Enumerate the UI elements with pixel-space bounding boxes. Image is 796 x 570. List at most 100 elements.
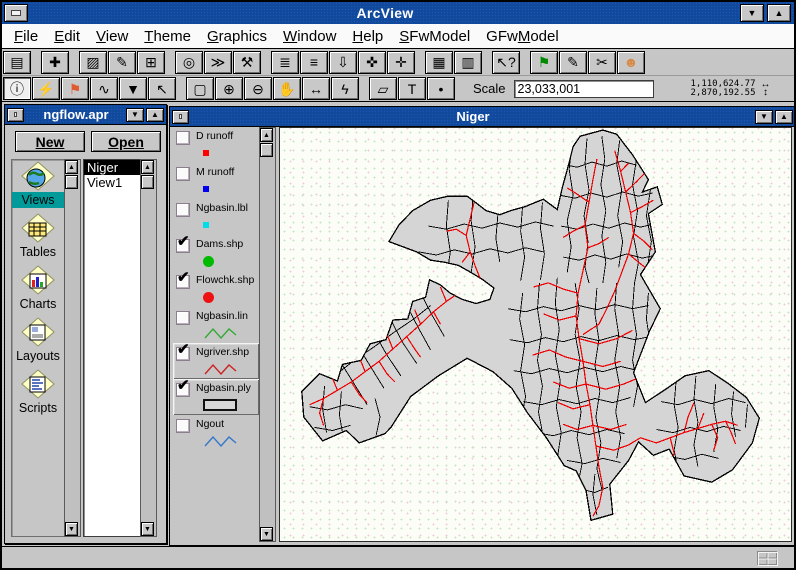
legend-entry-ngbasin-ply[interactable]: ✔Ngbasin.ply: [173, 379, 259, 415]
edit-legend-button[interactable]: ✎: [108, 51, 136, 74]
zoom-to-active-themes-button[interactable]: ≡: [300, 51, 328, 74]
slope-button[interactable]: ϟ: [331, 77, 359, 100]
menu-item-view[interactable]: View: [88, 26, 136, 47]
document-list-scrollbar[interactable]: ▲ ▼: [140, 159, 157, 537]
menu-item-window[interactable]: Window: [275, 26, 344, 47]
sidebar-item-scripts[interactable]: Scripts: [12, 368, 64, 416]
legend-scrollbar[interactable]: ▲ ▼: [259, 127, 276, 542]
open-button[interactable]: Open: [91, 131, 161, 152]
legend-entry-ngriver-shp[interactable]: ✔Ngriver.shp: [173, 343, 259, 379]
view-system-menu-button[interactable]: [172, 110, 189, 124]
scroll-down-button[interactable]: ▼: [65, 522, 78, 536]
model-face-button[interactable]: ☻: [617, 51, 645, 74]
identify-button[interactable]: ⓘ: [3, 77, 31, 100]
legend-entry-d-runoff[interactable]: D runoff: [173, 127, 259, 163]
zoom-in-button[interactable]: ⊕: [215, 77, 243, 100]
cut-tool-button[interactable]: ✂: [588, 51, 616, 74]
point-tool-button[interactable]: •: [427, 77, 455, 100]
scrollbar-thumb[interactable]: [65, 175, 78, 189]
legend-entry-ngout[interactable]: Ngout: [173, 415, 259, 451]
flag-marker-button[interactable]: ⚑: [61, 77, 89, 100]
project-maximize-button[interactable]: ▲: [146, 108, 164, 122]
theme-checkbox[interactable]: ✔: [176, 347, 190, 361]
view-maximize-button[interactable]: ▲: [775, 110, 793, 124]
theme-checkbox[interactable]: ✔: [176, 275, 190, 289]
measure-button[interactable]: ↔: [302, 77, 330, 100]
select-box-button[interactable]: ▢: [186, 77, 214, 100]
menu-item-theme[interactable]: Theme: [136, 26, 199, 47]
legend-entry-ngbasin-lin[interactable]: Ngbasin.lin: [173, 307, 259, 343]
project-system-menu-button[interactable]: [7, 108, 24, 122]
sidebar-item-layouts[interactable]: Layouts: [12, 316, 64, 364]
find-button[interactable]: ◎: [175, 51, 203, 74]
theme-checkbox[interactable]: [176, 419, 190, 433]
scrollbar-thumb[interactable]: [260, 143, 273, 157]
flag-tool-button[interactable]: ⚑: [530, 51, 558, 74]
zoom-in-fixed-button[interactable]: ✜: [358, 51, 386, 74]
save-project-button[interactable]: ▤: [3, 51, 31, 74]
legend-entry-flowchk-shp[interactable]: ✔Flowchk.shp: [173, 271, 259, 307]
menu-item-gfwmodel[interactable]: GFwModel: [478, 26, 567, 47]
maximize-button[interactable]: ▲: [767, 4, 791, 22]
build-help-icon: ⚒: [241, 55, 254, 69]
help-pointer-button[interactable]: ↖?: [492, 51, 520, 74]
scrollbar-thumb[interactable]: [141, 175, 154, 189]
area-of-interest-button[interactable]: ▱: [369, 77, 397, 100]
text-tool-button[interactable]: T: [398, 77, 426, 100]
sidebar-item-tables[interactable]: Tables: [12, 212, 64, 260]
main-title-bar[interactable]: ArcView ▼ ▲: [2, 2, 794, 25]
draw-tool-button[interactable]: ✎: [559, 51, 587, 74]
sidebar-item-charts[interactable]: Charts: [12, 264, 64, 312]
add-theme-button[interactable]: ✚: [41, 51, 69, 74]
theme-checkbox[interactable]: [176, 203, 190, 217]
select-features-button[interactable]: ▦: [425, 51, 453, 74]
tab-strip-scrollbar[interactable]: ▲ ▼: [64, 159, 81, 537]
map-canvas[interactable]: [279, 127, 792, 542]
theme-checkbox[interactable]: [176, 131, 190, 145]
select-feature-button[interactable]: ▼: [119, 77, 147, 100]
zoom-out-button[interactable]: ⊖: [244, 77, 272, 100]
build-help-button[interactable]: ⚒: [233, 51, 261, 74]
menu-item-help[interactable]: Help: [344, 26, 391, 47]
menu-item-graphics[interactable]: Graphics: [199, 26, 275, 47]
sidebar-item-views[interactable]: Views: [12, 160, 64, 208]
system-menu-button[interactable]: [4, 4, 28, 22]
theme-checkbox[interactable]: ✔: [176, 383, 190, 397]
zoom-to-selected-button[interactable]: ⇩: [329, 51, 357, 74]
scroll-up-button[interactable]: ▲: [260, 128, 273, 142]
menu-item-file[interactable]: File: [6, 26, 46, 47]
symbol-circle: [203, 292, 214, 303]
pan-button[interactable]: ✋: [273, 77, 301, 100]
new-button[interactable]: New: [15, 131, 85, 152]
scroll-down-button[interactable]: ▼: [141, 522, 154, 536]
menu-item-sfwmodel[interactable]: SFwModel: [391, 26, 478, 47]
query-builder-button[interactable]: ≫: [204, 51, 232, 74]
theme-checkbox[interactable]: ✔: [176, 239, 190, 253]
theme-properties-button[interactable]: ▨: [79, 51, 107, 74]
resize-grip-icon[interactable]: [756, 550, 778, 566]
document-niger[interactable]: Niger: [84, 160, 140, 175]
open-theme-table-button[interactable]: ⊞: [137, 51, 165, 74]
zoom-out-fixed-button[interactable]: ✛: [387, 51, 415, 74]
hot-link-button[interactable]: ⚡: [32, 77, 60, 100]
zoom-to-full-extent-button[interactable]: ≣: [271, 51, 299, 74]
view-title-bar[interactable]: Niger ▼ ▲: [170, 107, 795, 127]
project-title-bar[interactable]: ngflow.apr ▼ ▲: [5, 105, 166, 125]
theme-checkbox[interactable]: [176, 311, 190, 325]
menu-item-edit[interactable]: Edit: [46, 26, 88, 47]
theme-checkbox[interactable]: [176, 167, 190, 181]
legend-entry-ngbasin-lbl[interactable]: Ngbasin.lbl: [173, 199, 259, 235]
scroll-up-button[interactable]: ▲: [141, 160, 154, 174]
legend-entry-dams-shp[interactable]: ✔Dams.shp: [173, 235, 259, 271]
legend-entry-m-runoff[interactable]: M runoff: [173, 163, 259, 199]
view-minimize-button[interactable]: ▼: [755, 110, 773, 124]
vertex-edit-button[interactable]: ∿: [90, 77, 118, 100]
project-minimize-button[interactable]: ▼: [126, 108, 144, 122]
pointer-button[interactable]: ↖: [148, 77, 176, 100]
media-viewer-button[interactable]: ▥: [454, 51, 482, 74]
scale-input[interactable]: [514, 80, 654, 98]
scroll-up-button[interactable]: ▲: [65, 160, 78, 174]
minimize-button[interactable]: ▼: [740, 4, 764, 22]
scroll-down-button[interactable]: ▼: [260, 527, 273, 541]
document-view1[interactable]: View1: [84, 175, 140, 190]
